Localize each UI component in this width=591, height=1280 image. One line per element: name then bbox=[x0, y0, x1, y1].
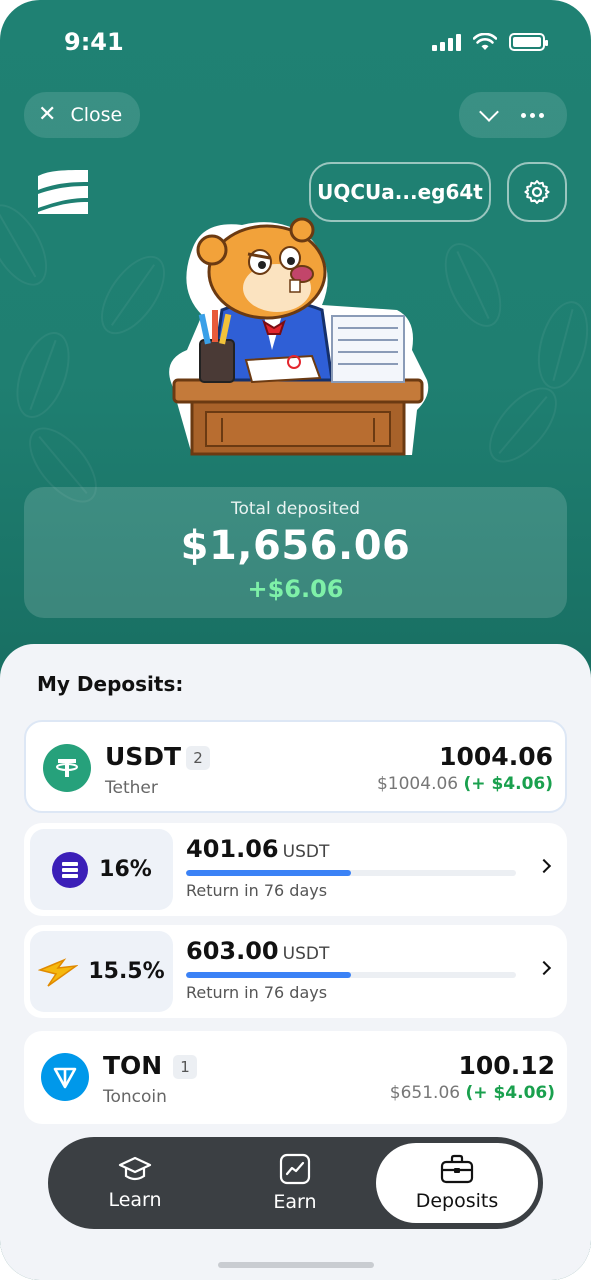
fiat-amount: $651.06 bbox=[389, 1083, 461, 1103]
cellular-signal-icon bbox=[432, 33, 461, 51]
app-logo bbox=[38, 170, 88, 214]
status-icons bbox=[432, 33, 548, 51]
hamster-mascot-illustration bbox=[169, 217, 429, 456]
leaf-decoration bbox=[5, 324, 81, 426]
total-deposited-label: Total deposited bbox=[230, 499, 361, 519]
total-gain: +$6.06 bbox=[247, 575, 344, 603]
asset-ticker: TON bbox=[103, 1051, 163, 1080]
position-value: 603.00 bbox=[186, 937, 279, 965]
position-amount: 603.00 USDT bbox=[186, 937, 329, 965]
tab-label: Learn bbox=[108, 1189, 162, 1211]
ethena-icon bbox=[52, 851, 89, 888]
total-deposited-value: $1,656.06 bbox=[180, 523, 411, 569]
close-label: Close bbox=[70, 104, 123, 126]
tab-label: Earn bbox=[273, 1191, 317, 1213]
asset-card-usdt[interactable]: USDT 2 Tether 1004.06 $1004.06 (+ $4.06) bbox=[24, 720, 567, 813]
position-unit: USDT bbox=[282, 944, 330, 964]
deposit-position[interactable]: 16% 401.06 USDT Return in 76 days bbox=[24, 823, 567, 916]
asset-fiat-value: $651.06 (+ $4.06) bbox=[390, 1083, 555, 1103]
lightning-icon bbox=[38, 957, 79, 987]
status-time: 9:41 bbox=[64, 28, 124, 56]
return-progress-fill bbox=[186, 870, 351, 876]
fiat-amount: $1004.06 bbox=[376, 774, 459, 794]
home-indicator bbox=[218, 1262, 374, 1268]
return-text: Return in 76 days bbox=[186, 983, 328, 1002]
section-title: My Deposits: bbox=[37, 672, 184, 696]
close-button[interactable]: ✕ Close bbox=[24, 92, 141, 138]
bottom-tab-bar: Learn Earn Deposits bbox=[48, 1137, 543, 1229]
leaf-decoration bbox=[476, 375, 570, 475]
return-progress-fill bbox=[186, 972, 351, 978]
return-text: Return in 76 days bbox=[186, 881, 328, 900]
deposit-position[interactable]: 15.5% 603.00 USDT Return in 76 days bbox=[24, 925, 567, 1018]
asset-amount: 1004.06 bbox=[439, 742, 553, 771]
position-value: 401.06 bbox=[186, 835, 279, 863]
apy-rate: 16% bbox=[99, 857, 152, 882]
asset-fiat-value: $1004.06 (+ $4.06) bbox=[377, 774, 553, 794]
tab-deposits[interactable]: Deposits bbox=[376, 1143, 538, 1223]
apy-box: 16% bbox=[30, 829, 173, 910]
return-progress-bar bbox=[186, 870, 516, 876]
status-bar: 9:41 bbox=[0, 0, 591, 88]
asset-name: Toncoin bbox=[103, 1087, 167, 1107]
return-progress-bar bbox=[186, 972, 516, 978]
settings-button[interactable] bbox=[507, 162, 567, 222]
leaf-decoration bbox=[529, 295, 591, 395]
apy-rate: 15.5% bbox=[88, 959, 165, 984]
tab-earn[interactable]: Earn bbox=[220, 1137, 370, 1229]
deposit-count-badge: 2 bbox=[186, 746, 210, 770]
apy-box: 15.5% bbox=[30, 931, 173, 1012]
app-screen: 9:41 ✕ Close UQCUa...eg64t Total deposit… bbox=[0, 0, 591, 1280]
menu-pill bbox=[459, 92, 567, 138]
asset-name: Tether bbox=[105, 778, 158, 798]
more-icon[interactable] bbox=[521, 112, 545, 118]
chevron-down-icon[interactable] bbox=[478, 102, 499, 122]
chevron-right-icon bbox=[536, 960, 552, 976]
tether-icon bbox=[43, 744, 91, 792]
tab-learn[interactable]: Learn bbox=[60, 1137, 210, 1229]
leaf-decoration bbox=[433, 234, 513, 336]
asset-amount: 100.12 bbox=[458, 1051, 555, 1080]
deposit-count-badge: 1 bbox=[173, 1055, 197, 1079]
wifi-icon bbox=[473, 33, 497, 50]
total-deposited-card: Total deposited $1,656.06 +$6.06 bbox=[24, 487, 567, 618]
chevron-right-icon bbox=[536, 858, 552, 874]
position-unit: USDT bbox=[282, 842, 330, 862]
chart-icon bbox=[279, 1153, 311, 1185]
close-icon: ✕ bbox=[38, 102, 57, 127]
position-amount: 401.06 USDT bbox=[186, 835, 329, 863]
tab-label: Deposits bbox=[415, 1190, 499, 1212]
asset-ticker: USDT bbox=[105, 742, 182, 771]
asset-gain: (+ $4.06) bbox=[465, 1083, 555, 1103]
battery-icon bbox=[509, 33, 548, 51]
briefcase-icon bbox=[440, 1154, 474, 1184]
asset-card-ton[interactable]: TON 1 Toncoin 100.12 $651.06 (+ $4.06) bbox=[24, 1031, 567, 1124]
graduation-cap-icon bbox=[118, 1156, 152, 1181]
toncoin-icon bbox=[41, 1053, 89, 1101]
gear-icon bbox=[524, 180, 550, 204]
asset-gain: (+ $4.06) bbox=[463, 774, 553, 794]
